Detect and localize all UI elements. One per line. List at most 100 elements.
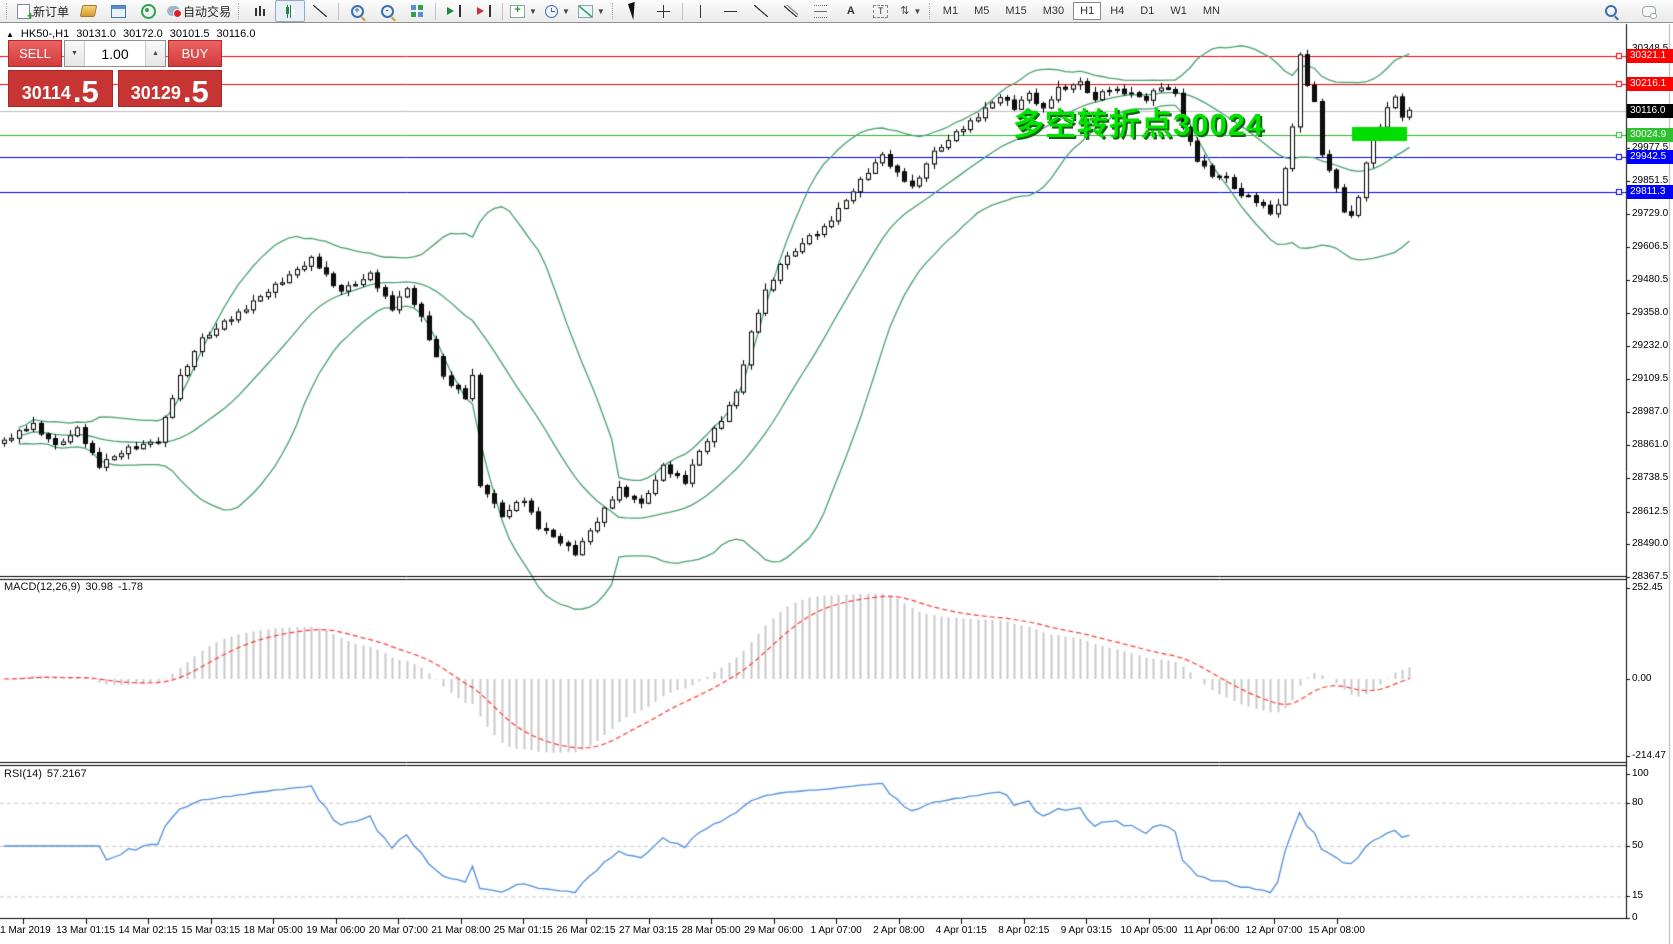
arrows-icon: ⇅ [900,5,909,17]
text-label-button[interactable]: T [866,0,896,22]
navigator-icon [111,5,126,18]
crosshair-icon [657,5,670,18]
template-button[interactable]: ▼ [574,0,609,22]
line-chart-button[interactable] [305,0,335,22]
bar-chart-button[interactable] [245,0,275,22]
zoom-out-icon: - [381,5,394,18]
rsi-axis-tick: 50 [1632,840,1643,852]
collapse-marker-icon: ▲ [6,30,14,39]
timeframe-group: M1M5M15M30H1H4D1W1MN [936,2,1227,20]
autotrading-icon [167,6,180,16]
timeframe-button-W1[interactable]: W1 [1163,2,1194,20]
fibonacci-icon [814,5,827,18]
chart-shift-button[interactable] [469,0,499,22]
add-indicator-button[interactable]: +▼ [506,0,541,22]
time-axis-label: 26 Mar 02:15 [556,925,615,936]
autotrading-label: 自动交易 [183,3,231,20]
buy-price-box[interactable]: 30129 .5 [118,70,223,107]
toolbar: 新订单 自动交易 + - +▼ ▼ ▼ [0,0,1673,23]
price-level-badge: 30321.1 [1627,49,1673,63]
new-order-button[interactable]: 新订单 [13,0,73,22]
time-axis-label: 10 Apr 05:00 [1121,925,1178,936]
time-axis-label: 11 Mar 2019 [0,925,51,936]
macd-axis-tick: 252.45 [1632,582,1663,594]
arrows-button[interactable]: ⇅▼ [896,0,926,22]
buy-price-main: 30129 [131,84,181,104]
price-level-badge: 30024.9 [1627,128,1673,142]
toolbar-grip [238,3,242,19]
auto-scroll-icon [447,7,454,15]
time-axis-label: 15 Apr 08:00 [1308,925,1365,936]
equidistant-channel-button[interactable] [776,0,806,22]
time-axis-label: 1 Apr 07:00 [811,925,862,936]
sell-price-frac: .5 [73,80,99,104]
macd-axis-tick: -214.47 [1632,750,1666,762]
vertical-line-button[interactable] [686,0,716,22]
dropdown-arrow-icon: ▼ [562,7,570,16]
cursor-button[interactable] [619,0,649,22]
buy-price-frac: .5 [183,80,209,104]
market-watch-button[interactable] [73,0,103,22]
zoom-in-button[interactable]: + [342,0,372,22]
candlestick-chart-button[interactable] [275,0,305,22]
volume-increase-button[interactable]: ▲ [145,41,165,66]
price-axis-tick: 28987.0 [1632,406,1668,418]
auto-scroll-button[interactable] [439,0,469,22]
macd-axis-tick: 0.00 [1632,673,1651,685]
price-axis-tick: 29109.5 [1632,373,1668,385]
time-axis-label: 21 Mar 08:00 [431,925,490,936]
horizontal-line-button[interactable] [716,0,746,22]
fibonacci-button[interactable] [806,0,836,22]
time-axis-label: 27 Mar 03:15 [619,925,678,936]
sell-button[interactable]: SELL [8,40,62,67]
timeframe-button-M1[interactable]: M1 [936,2,965,20]
timeframe-button-D1[interactable]: D1 [1133,2,1161,20]
timeframe-button-MN[interactable]: MN [1196,2,1227,20]
timeframe-button-M15[interactable]: M15 [998,2,1033,20]
navigator-button[interactable] [103,0,133,22]
autotrading-button[interactable]: 自动交易 [163,0,235,22]
volume-input[interactable]: 1.00 [85,41,145,66]
time-axis-label: 14 Mar 02:15 [119,925,178,936]
trendline-button[interactable] [746,0,776,22]
text-label-icon: T [873,5,888,18]
time-axis-label: 8 Apr 02:15 [998,925,1049,936]
macd-signal-value: -1.78 [118,581,143,593]
rsi-label: RSI(14) 57.2167 [4,768,87,780]
price-axis-tick: 28861.0 [1632,439,1668,451]
price-axis-tick: 29232.0 [1632,340,1668,352]
time-axis-label: 18 Mar 05:00 [244,925,303,936]
dropdown-arrow-icon: ▼ [529,7,537,16]
text-button[interactable]: A [836,0,866,22]
time-axis-label: 15 Mar 03:15 [181,925,240,936]
timeframe-button-H1[interactable]: H1 [1073,2,1101,20]
price-level-badge: 30216.1 [1627,77,1673,91]
time-axis-label: 29 Mar 06:00 [744,925,803,936]
timeframe-button-M30[interactable]: M30 [1036,2,1071,20]
crosshair-button[interactable] [649,0,679,22]
price-axis-tick: 29358.0 [1632,307,1668,319]
timeframe-button-M5[interactable]: M5 [967,2,996,20]
tile-windows-button[interactable] [402,0,432,22]
chart-annotation: 多空转折点30024 [1013,99,1264,144]
period-button[interactable]: ▼ [541,0,574,22]
trendline-icon [754,5,768,17]
price-axis-tick: 29729.0 [1632,208,1668,220]
chart-canvas[interactable] [0,0,1673,944]
buy-button[interactable]: BUY [168,40,222,67]
time-axis-label: 12 Apr 07:00 [1246,925,1303,936]
symbol-info: ▲ HK50-,H1 30131.0 30172.0 30101.5 30116… [6,28,255,40]
chat-button[interactable] [1634,0,1664,22]
signals-icon [141,4,156,19]
timeframe-button-H4[interactable]: H4 [1103,2,1131,20]
signals-button[interactable] [133,0,163,22]
time-axis-label: 9 Apr 03:15 [1061,925,1112,936]
sell-price-box[interactable]: 30114 .5 [8,70,113,107]
symbol-name: HK50-,H1 [21,28,69,40]
search-button[interactable] [1596,0,1626,22]
zoom-out-button[interactable]: - [372,0,402,22]
price-axis-tick: 28490.0 [1632,538,1668,550]
volume-decrease-button[interactable]: ▼ [65,41,85,66]
channel-icon [784,5,798,17]
dropdown-arrow-icon: ▼ [597,7,605,16]
